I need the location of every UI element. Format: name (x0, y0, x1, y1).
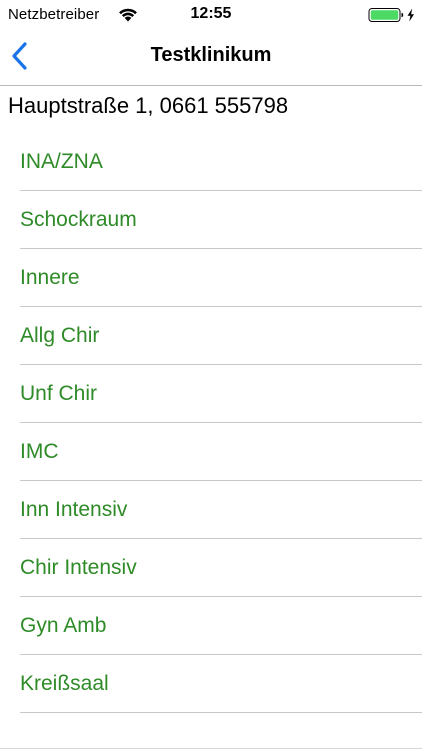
department-label: Kreißsaal (20, 672, 109, 695)
list-item[interactable]: Chir Intensiv (0, 539, 422, 597)
department-label: Innere (20, 266, 80, 289)
list-item[interactable]: Schockraum (0, 191, 422, 249)
battery-icon (368, 7, 416, 23)
list-item[interactable]: Kreißsaal (0, 655, 422, 713)
charging-bolt-icon (407, 8, 414, 22)
navigation-bar: Testklinikum (0, 30, 422, 86)
department-label: Inn Intensiv (20, 498, 128, 521)
department-label: Unf Chir (20, 382, 98, 405)
status-bar: Netzbetreiber 12:55 (0, 0, 422, 30)
list-item[interactable]: Allg Chir (0, 307, 422, 365)
page-title: Testklinikum (150, 44, 272, 66)
list-item[interactable]: INA/ZNA (0, 133, 422, 191)
bottom-divider (0, 748, 422, 749)
list-item[interactable]: Gyn Amb (0, 597, 422, 655)
department-label: INA/ZNA (20, 150, 103, 173)
list-item[interactable]: IMC (0, 423, 422, 481)
clinic-address: Hauptstraße 1, 0661 555798 (8, 93, 289, 118)
department-label: Allg Chir (20, 324, 100, 347)
department-label: Gyn Amb (20, 614, 107, 637)
list-item[interactable]: Innere (0, 249, 422, 307)
list-item[interactable]: Inn Intensiv (0, 481, 422, 539)
department-label: Chir Intensiv (20, 556, 137, 579)
department-label: IMC (20, 440, 59, 463)
list-item[interactable]: Unf Chir (0, 365, 422, 423)
status-time: 12:55 (190, 5, 232, 22)
department-list: INA/ZNA Schockraum Innere Allg Chir Unf Chir… (0, 133, 422, 713)
department-label: Schockraum (20, 208, 137, 231)
